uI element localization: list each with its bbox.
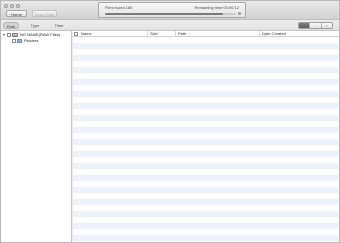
remaining-time-text: Remaining time 00:00:12: [194, 5, 239, 10]
select-all-checkbox[interactable]: [74, 32, 78, 36]
file-list-rows: [73, 37, 339, 242]
home-button[interactable]: Home: [6, 10, 27, 17]
app-window: Home Deep Scan Files found 180 Remaining…: [0, 0, 340, 243]
folder-tree: ▾ NO NAME(RAW Files) Pictures: [1, 31, 72, 242]
icon-view-icon[interactable]: ▫: [310, 23, 322, 28]
drive-icon: [12, 33, 18, 37]
close-window-button[interactable]: [4, 4, 8, 8]
tab-path[interactable]: Path: [3, 22, 19, 29]
tab-time[interactable]: Time: [52, 22, 66, 29]
zoom-window-button[interactable]: [16, 4, 20, 8]
root-checkbox[interactable]: [7, 33, 11, 37]
tree-item-pictures-label: Pictures: [24, 38, 39, 43]
list-view-icon[interactable]: [299, 23, 311, 28]
sort-tabs-bar: Path Type Time ▫ ▭: [1, 20, 339, 31]
minimize-window-button[interactable]: [10, 4, 14, 8]
file-list: Name Size Path Date Created: [73, 31, 339, 242]
tree-item-pictures[interactable]: Pictures: [1, 38, 72, 44]
folder-icon: [17, 39, 22, 43]
pictures-checkbox[interactable]: [12, 39, 16, 43]
column-view-icon[interactable]: ▭: [321, 23, 332, 28]
scan-progress-bar: [105, 13, 236, 15]
files-found-text: Files found 180: [105, 5, 133, 10]
stop-scan-icon[interactable]: [238, 12, 241, 15]
scan-status-panel: Files found 180 Remaining time 00:00:12: [98, 2, 246, 18]
disclosure-triangle-icon[interactable]: ▾: [3, 33, 5, 37]
view-mode-segmented-control: ▫ ▭: [298, 22, 333, 29]
scan-progress-fill: [105, 13, 223, 15]
toolbar: Home Deep Scan Files found 180 Remaining…: [1, 1, 339, 20]
deep-scan-button[interactable]: Deep Scan: [32, 10, 57, 17]
tab-type[interactable]: Type: [28, 22, 42, 29]
